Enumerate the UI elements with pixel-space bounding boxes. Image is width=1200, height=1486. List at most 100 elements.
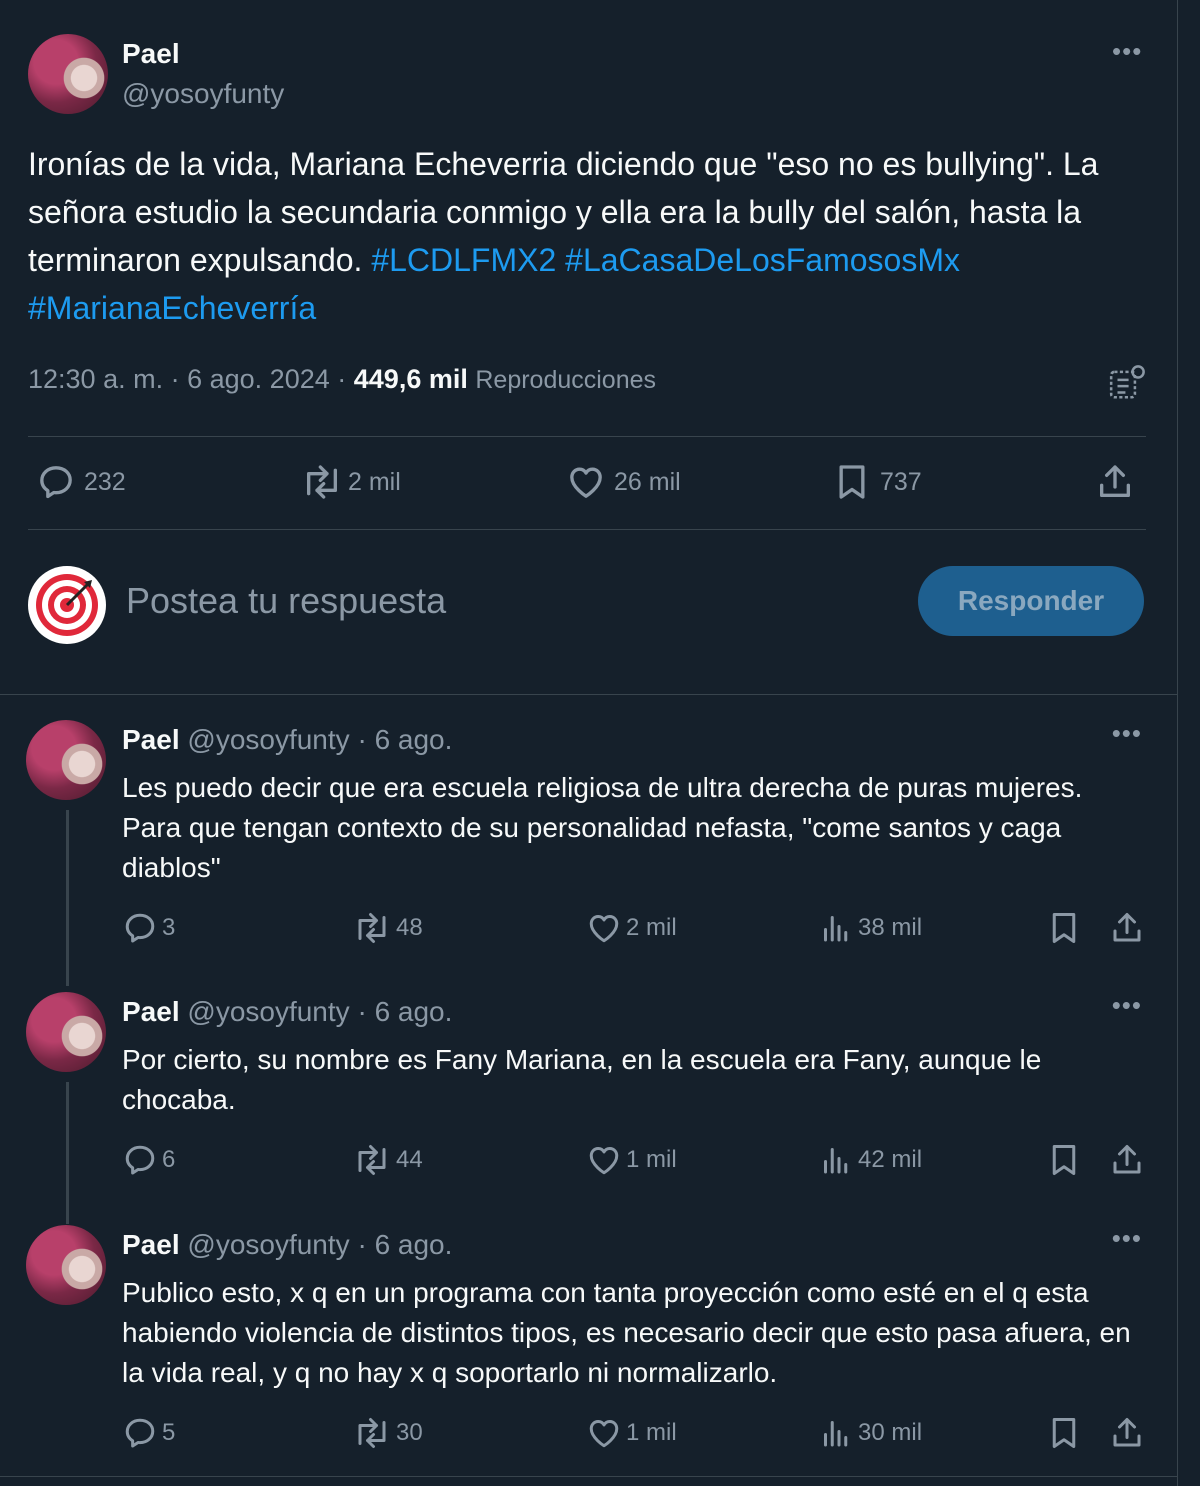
share-button[interactable] bbox=[1094, 462, 1136, 502]
share-upload-icon bbox=[1113, 913, 1141, 942]
repost-count: 44 bbox=[396, 1146, 423, 1173]
repost-count: 48 bbox=[396, 914, 423, 941]
reply-count: 232 bbox=[84, 467, 126, 496]
views-button[interactable]: 42 mil bbox=[818, 1142, 922, 1178]
author-avatar[interactable] bbox=[28, 34, 108, 114]
reply-header: Pael @yosoyfunty · 6 ago. bbox=[122, 1229, 453, 1260]
hashtag-link[interactable]: #LCDLFMX2 bbox=[371, 242, 556, 278]
reply-button[interactable]: 6 bbox=[122, 1142, 175, 1178]
reply-date[interactable]: 6 ago. bbox=[375, 996, 453, 1027]
repost-arrows-icon bbox=[358, 913, 386, 943]
repost-count: 30 bbox=[396, 1419, 423, 1446]
target-logo-icon bbox=[36, 574, 98, 636]
repost-arrows-icon bbox=[358, 1145, 386, 1175]
bookmark-button[interactable]: 737 bbox=[832, 462, 922, 502]
divider bbox=[28, 529, 1146, 530]
like-button[interactable]: 2 mil bbox=[586, 910, 677, 946]
reply-author-handle[interactable]: @yosoyfunty bbox=[187, 996, 349, 1027]
reply-text: Por cierto, su nombre es Fany Mariana, e… bbox=[122, 1044, 1042, 1115]
bookmark-icon bbox=[1052, 1418, 1076, 1448]
bookmark-icon bbox=[1052, 913, 1076, 943]
hashtag-link[interactable]: #MarianaEcheverría bbox=[28, 290, 316, 326]
share-button[interactable] bbox=[1108, 910, 1146, 946]
reply-author-handle[interactable]: @yosoyfunty bbox=[187, 1229, 349, 1260]
views-button[interactable]: 30 mil bbox=[818, 1415, 922, 1451]
heart-icon bbox=[589, 1146, 619, 1175]
reply-author-name[interactable]: Pael bbox=[122, 996, 180, 1027]
post-time[interactable]: 12:30 a. m. bbox=[28, 364, 163, 394]
views-bars-icon bbox=[824, 1148, 848, 1174]
like-button[interactable]: 26 mil bbox=[566, 462, 681, 502]
post-date[interactable]: 6 ago. 2024 bbox=[187, 364, 330, 394]
views-bars-icon bbox=[824, 1421, 848, 1447]
repost-count: 2 mil bbox=[348, 467, 401, 496]
reply-author-name[interactable]: Pael bbox=[122, 1229, 180, 1260]
like-button[interactable]: 1 mil bbox=[586, 1415, 677, 1451]
author-name[interactable]: Pael bbox=[122, 38, 180, 70]
share-upload-icon bbox=[1113, 1418, 1141, 1447]
reply-post: Pael @yosoyfunty · 6 ago. ••• Publico es… bbox=[0, 1225, 1178, 1465]
repost-button[interactable]: 48 bbox=[352, 910, 423, 946]
more-options-icon[interactable]: ••• bbox=[1112, 38, 1142, 64]
reply-bubble-icon bbox=[125, 1145, 155, 1175]
views-count: 449,6 mil bbox=[353, 364, 468, 394]
bookmark-icon bbox=[839, 465, 865, 499]
reply-author-name[interactable]: Pael bbox=[122, 724, 180, 755]
like-count: 1 mil bbox=[626, 1146, 677, 1173]
like-count: 2 mil bbox=[626, 914, 677, 941]
reply-date[interactable]: 6 ago. bbox=[375, 724, 453, 755]
reply-input[interactable]: Postea tu respuesta bbox=[126, 580, 446, 622]
reply-date[interactable]: 6 ago. bbox=[375, 1229, 453, 1260]
more-options-icon[interactable]: ••• bbox=[1112, 1225, 1142, 1251]
share-upload-icon bbox=[1100, 465, 1130, 497]
post-analytics-icon[interactable] bbox=[1108, 364, 1146, 407]
bookmark-button[interactable] bbox=[1046, 1142, 1082, 1178]
reply-bubble-icon bbox=[125, 1418, 155, 1448]
share-upload-icon bbox=[1113, 1145, 1141, 1174]
reply-avatar[interactable] bbox=[26, 992, 106, 1072]
repost-button[interactable]: 30 bbox=[352, 1415, 423, 1451]
reply-post: Pael @yosoyfunty · 6 ago. ••• Les puedo … bbox=[0, 720, 1178, 986]
reply-post: Pael @yosoyfunty · 6 ago. ••• Por cierto… bbox=[0, 992, 1178, 1224]
reply-button[interactable]: 232 bbox=[36, 462, 126, 502]
repost-arrows-icon bbox=[358, 1418, 386, 1448]
post-meta: 12:30 a. m. · 6 ago. 2024 · 449,6 mil Re… bbox=[28, 364, 657, 394]
reply-button[interactable]: 5 bbox=[122, 1415, 175, 1451]
views-bars-icon bbox=[824, 916, 848, 942]
thread-line bbox=[66, 1082, 69, 1224]
reply-count: 5 bbox=[162, 1419, 176, 1446]
like-button[interactable]: 1 mil bbox=[586, 1142, 677, 1178]
more-options-icon[interactable]: ••• bbox=[1112, 720, 1142, 746]
bookmark-button[interactable] bbox=[1046, 910, 1082, 946]
section-divider bbox=[0, 694, 1178, 695]
author-handle[interactable]: @yosoyfunty bbox=[122, 78, 284, 110]
divider bbox=[28, 436, 1146, 437]
reply-avatar[interactable] bbox=[26, 720, 106, 800]
thread-line bbox=[66, 810, 69, 986]
reply-text: Publico esto, x q en un programa con tan… bbox=[122, 1277, 1131, 1388]
share-button[interactable] bbox=[1108, 1415, 1146, 1451]
views-count: 42 mil bbox=[858, 1146, 923, 1173]
heart-icon bbox=[589, 914, 619, 943]
section-divider bbox=[0, 1476, 1178, 1477]
user-avatar[interactable] bbox=[28, 566, 106, 644]
more-options-icon[interactable]: ••• bbox=[1112, 992, 1142, 1018]
repost-button[interactable]: 44 bbox=[352, 1142, 423, 1178]
heart-icon bbox=[570, 467, 602, 498]
reply-bubble-icon bbox=[125, 913, 155, 943]
reply-avatar[interactable] bbox=[26, 1225, 106, 1305]
share-button[interactable] bbox=[1108, 1142, 1146, 1178]
reply-text: Les puedo decir que era escuela religios… bbox=[122, 772, 1083, 883]
reply-header: Pael @yosoyfunty · 6 ago. bbox=[122, 724, 453, 755]
reply-author-handle[interactable]: @yosoyfunty bbox=[187, 724, 349, 755]
reply-submit-button[interactable]: Responder bbox=[918, 566, 1144, 636]
reply-count: 6 bbox=[162, 1146, 176, 1173]
repost-button[interactable]: 2 mil bbox=[300, 462, 401, 502]
views-count: 38 mil bbox=[858, 914, 923, 941]
hashtag-link[interactable]: #LaCasaDeLosFamososMx bbox=[565, 242, 960, 278]
like-count: 26 mil bbox=[614, 467, 681, 496]
views-button[interactable]: 38 mil bbox=[818, 910, 922, 946]
bookmark-button[interactable] bbox=[1046, 1415, 1082, 1451]
reply-button[interactable]: 3 bbox=[122, 910, 175, 946]
heart-icon bbox=[589, 1419, 619, 1448]
